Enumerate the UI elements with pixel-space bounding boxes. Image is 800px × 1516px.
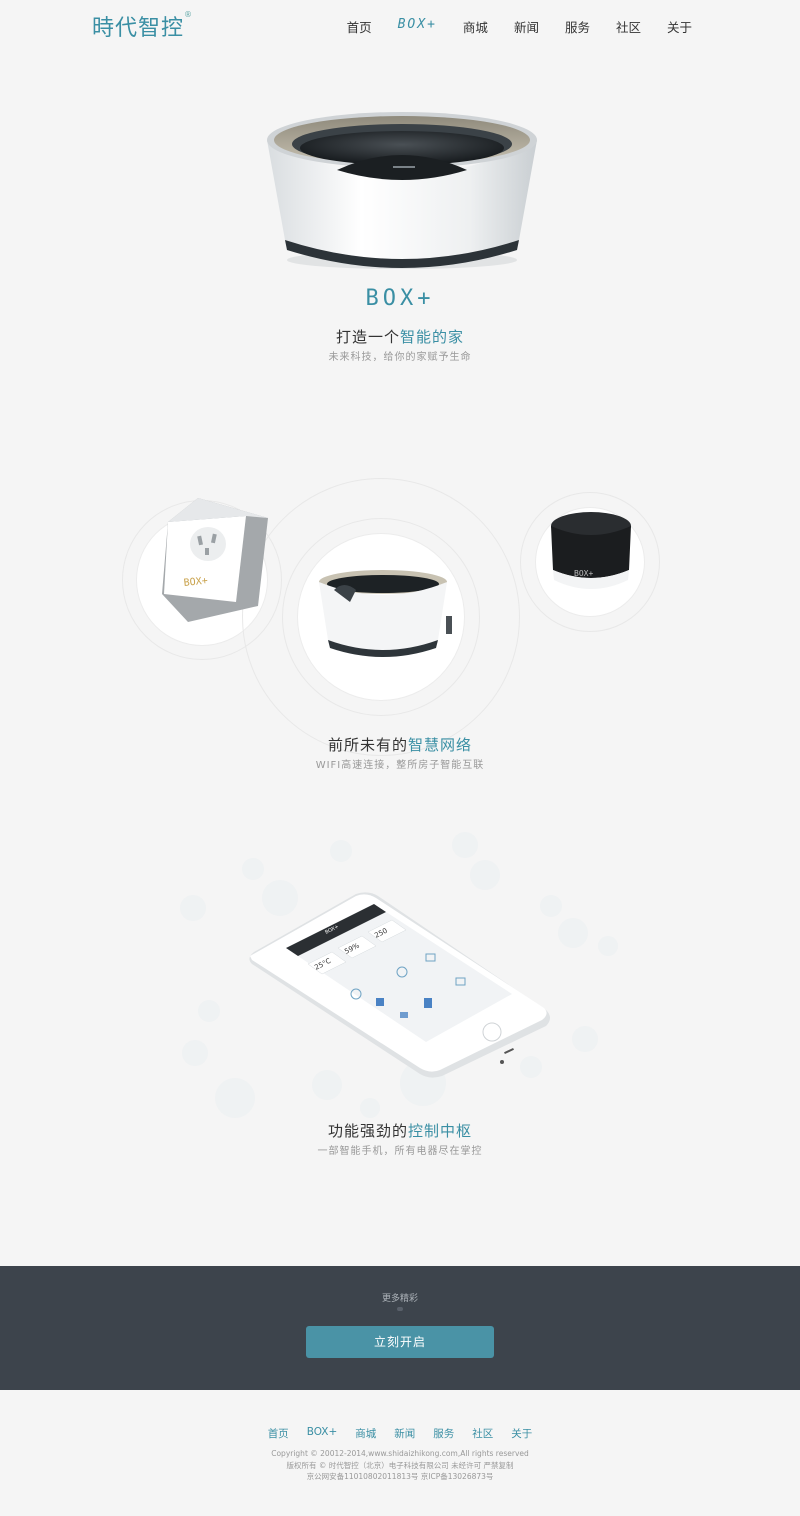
footer-link-community[interactable]: 社区 [472, 1426, 493, 1441]
smart-plug-image: BOX+ [162, 498, 268, 622]
chevron-down-icon [397, 1307, 403, 1311]
footer-link-home[interactable]: 首页 [268, 1426, 289, 1441]
copyright-text: Copyright © 20012-2014,www.shidaizhikong… [271, 1449, 529, 1458]
bg-bubble [470, 860, 500, 890]
logo-text: 時代智控 [92, 16, 185, 41]
footer-nav: 首页 BOX+ 商城 新闻 服务 社区 关于 [0, 1426, 800, 1441]
sensor-image: BOX+ [551, 512, 631, 589]
bg-bubble [598, 936, 618, 956]
hero-title: 打造一个智能的家 [0, 326, 800, 347]
smartphone-image: BOX+ 25°C 59% 250 [249, 892, 550, 1078]
bg-bubble [452, 832, 478, 858]
bg-bubble [360, 1098, 380, 1118]
hero-subtitle: 未来科技，给你的家赋予生命 [328, 352, 472, 363]
hub-side-image [319, 570, 452, 657]
company-text: 版权所有 © 时代智控（北京）电子科技有限公司 未经许可 严禁复制 [286, 1461, 514, 1470]
bg-bubble [242, 858, 264, 880]
box-hub-image [267, 112, 537, 269]
start-now-button[interactable]: 立刻开启 [306, 1326, 494, 1358]
nav-item-community[interactable]: 社区 [616, 17, 641, 36]
bg-bubble [215, 1078, 255, 1118]
hero-title-highlight: 智能的家 [400, 328, 465, 346]
footer-link-service[interactable]: 服务 [433, 1426, 454, 1441]
bg-bubble [572, 1026, 598, 1052]
sensor-brand-label: BOX+ [574, 569, 593, 578]
network-title-plain: 前所未有的 [327, 736, 408, 754]
control-title-highlight: 控制中枢 [408, 1122, 473, 1140]
footer-link-box[interactable]: BOX+ [307, 1426, 338, 1441]
network-title: 前所未有的智慧网络 [0, 734, 800, 755]
network-title-highlight: 智慧网络 [408, 736, 473, 754]
nav-item-news[interactable]: 新闻 [514, 17, 539, 36]
main-nav: 首页 BOX+ 商城 新闻 服务 社区 关于 [321, 17, 692, 36]
nav-item-home[interactable]: 首页 [347, 17, 372, 36]
footer-link-news[interactable]: 新闻 [394, 1426, 415, 1441]
footer-link-store[interactable]: 商城 [355, 1426, 376, 1441]
bg-bubble [558, 918, 588, 948]
site-header: 時代智控® 首页 BOX+ 商城 新闻 服务 社区 关于 [0, 0, 800, 50]
nav-item-service[interactable]: 服务 [565, 17, 590, 36]
bg-bubble [198, 1000, 220, 1022]
registered-mark: ® [184, 10, 194, 19]
icp-text: 京公网安备11010802011813号 京ICP备13026873号 [306, 1472, 494, 1481]
box-brand-mark: BOX+ [365, 286, 435, 311]
control-subtitle: 一部智能手机，所有电器尽在掌控 [317, 1146, 483, 1157]
bg-bubble [182, 1040, 208, 1066]
hero-title-plain: 打造一个 [335, 328, 400, 346]
site-logo[interactable]: 時代智控® [92, 10, 193, 42]
nav-item-store[interactable]: 商城 [463, 17, 488, 36]
nav-item-box[interactable]: BOX+ [398, 17, 437, 36]
more-label: 更多精彩 [381, 1294, 418, 1304]
bg-bubble [330, 840, 352, 862]
network-subtitle: WIFI高速连接，整所房子智能互联 [315, 760, 485, 771]
control-title: 功能强劲的控制中枢 [0, 1120, 800, 1141]
bg-bubble [180, 895, 206, 921]
nav-item-about[interactable]: 关于 [667, 17, 692, 36]
control-title-plain: 功能强劲的 [327, 1122, 408, 1140]
footer-link-about[interactable]: 关于 [511, 1426, 532, 1441]
